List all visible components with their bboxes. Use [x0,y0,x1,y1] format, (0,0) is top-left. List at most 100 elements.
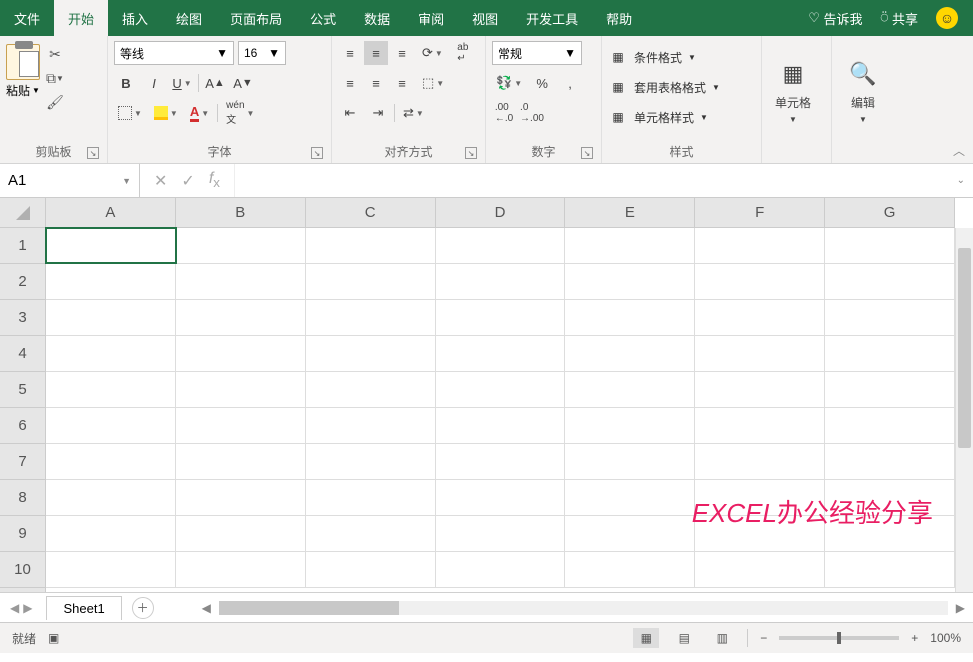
decrease-decimal-button[interactable]: .0→.00 [520,101,544,125]
scroll-left-button[interactable]: ◀ [202,601,211,615]
cell[interactable] [46,300,176,335]
increase-indent-button[interactable]: ⇥ [366,101,390,125]
comma-button[interactable]: , [558,71,582,95]
merge-button[interactable]: ⬚▼ [418,71,448,95]
tab-developer[interactable]: 开发工具 [512,0,592,36]
name-box[interactable]: A1 ▼ [0,164,140,197]
row-header[interactable]: 7 [0,444,45,480]
cell[interactable] [565,300,695,335]
cell[interactable] [436,552,566,587]
paste-button[interactable]: 粘贴▼ [6,44,40,99]
cell[interactable] [825,408,955,443]
collapse-ribbon-button[interactable]: ︿ [953,142,965,159]
font-name-select[interactable]: 等线▼ [114,41,234,65]
cell[interactable] [306,264,436,299]
cell[interactable] [695,300,825,335]
tab-draw[interactable]: 绘图 [162,0,216,36]
number-format-select[interactable]: 常规▼ [492,41,582,65]
cell[interactable] [825,336,955,371]
cells-area[interactable] [46,228,955,592]
tab-data[interactable]: 数据 [350,0,404,36]
cell[interactable] [695,444,825,479]
font-color-button[interactable]: A▼ [186,101,213,125]
phonetic-button[interactable]: wén文▼ [222,101,258,125]
cell[interactable] [176,372,306,407]
formula-input[interactable]: ⌄ [235,164,973,197]
accept-formula-button[interactable]: ✓ [181,171,194,191]
zoom-out-button[interactable]: − [760,631,767,645]
cut-button[interactable]: ✂ [44,44,66,64]
cell[interactable] [565,480,695,515]
row-header[interactable]: 6 [0,408,45,444]
cell[interactable] [306,300,436,335]
cell[interactable] [46,336,176,371]
align-right-button[interactable]: ≡ [390,71,414,95]
cell[interactable] [565,408,695,443]
cell[interactable] [306,372,436,407]
zoom-in-button[interactable]: + [911,631,918,645]
cell[interactable] [695,516,825,551]
column-header[interactable]: C [306,198,436,227]
align-launcher[interactable]: ↘ [465,147,477,159]
fill-color-button[interactable]: ▼ [150,101,182,125]
cell[interactable] [436,372,566,407]
sheet-nav-next-button[interactable]: ▶ [23,601,32,615]
cell[interactable] [46,264,176,299]
cell[interactable] [46,552,176,587]
cell[interactable] [695,372,825,407]
cell[interactable] [176,228,306,263]
cell[interactable] [46,408,176,443]
cell[interactable] [565,336,695,371]
column-header[interactable]: A [46,198,176,227]
tab-insert[interactable]: 插入 [108,0,162,36]
editing-button[interactable]: 🔍 编辑 ▼ [838,40,888,141]
border-button[interactable]: ▼ [114,101,146,125]
add-sheet-button[interactable]: ＋ [132,597,154,619]
accounting-format-button[interactable]: 💱▼ [492,71,526,95]
tab-file[interactable]: 文件 [0,0,54,36]
column-header[interactable]: E [565,198,695,227]
cell[interactable] [436,264,566,299]
cell[interactable] [695,228,825,263]
increase-decimal-button[interactable]: .00←.0 [492,101,516,125]
zoom-slider[interactable] [779,636,899,640]
cell[interactable] [436,300,566,335]
cell-styles-button[interactable]: ▦单元格样式▼ [608,104,755,130]
tab-formulas[interactable]: 公式 [296,0,350,36]
sheet-tab[interactable]: Sheet1 [46,596,121,620]
tab-page-layout[interactable]: 页面布局 [216,0,296,36]
cell[interactable] [565,372,695,407]
tab-help[interactable]: 帮助 [592,0,646,36]
cell[interactable] [825,480,955,515]
cell[interactable] [825,264,955,299]
cell[interactable] [825,552,955,587]
tab-view[interactable]: 视图 [458,0,512,36]
column-header[interactable]: G [825,198,955,227]
cell[interactable] [176,444,306,479]
cell[interactable] [306,444,436,479]
cell[interactable] [46,480,176,515]
bold-button[interactable]: B [114,71,138,95]
cell[interactable] [436,444,566,479]
copy-button[interactable]: ⧉▼ [44,68,66,88]
row-header[interactable]: 3 [0,300,45,336]
cell[interactable] [176,516,306,551]
cell[interactable] [306,516,436,551]
text-direction-button[interactable]: ⇄▼ [399,101,428,125]
cell[interactable] [176,264,306,299]
cell[interactable] [176,552,306,587]
cell[interactable] [46,372,176,407]
row-header[interactable]: 10 [0,552,45,588]
font-size-select[interactable]: 16▼ [238,41,286,65]
tab-review[interactable]: 审阅 [404,0,458,36]
zoom-level[interactable]: 100% [930,631,961,645]
cell[interactable] [565,516,695,551]
cell[interactable] [565,552,695,587]
underline-button[interactable]: U▼ [170,71,194,95]
cell[interactable] [176,300,306,335]
row-header[interactable]: 5 [0,372,45,408]
insert-function-button[interactable]: fx [209,170,220,190]
column-header[interactable]: B [176,198,306,227]
cell[interactable] [825,228,955,263]
cell[interactable] [565,444,695,479]
